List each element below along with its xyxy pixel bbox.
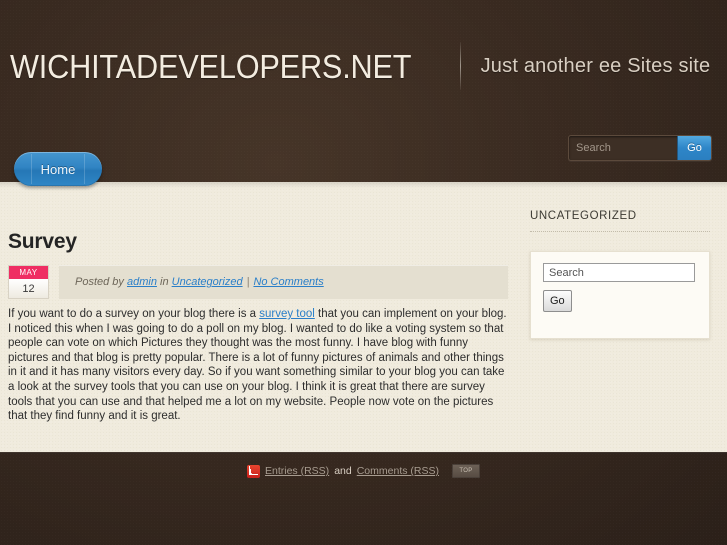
post-in-label: in bbox=[160, 276, 169, 289]
post-body: If you want to do a survey on your blog … bbox=[8, 307, 508, 424]
sidebar: UNCATEGORIZED Go bbox=[530, 210, 710, 339]
footer-and-label: and bbox=[334, 465, 352, 477]
post-meta-row: MAY 12 Posted by admin in Uncategorized |… bbox=[8, 265, 508, 300]
posted-by-label: Posted by bbox=[75, 276, 124, 289]
sidebar-search-input[interactable] bbox=[543, 263, 695, 282]
entries-rss-link[interactable]: Entries (RSS) bbox=[265, 465, 329, 477]
post-date-day: 12 bbox=[9, 279, 48, 299]
post-title[interactable]: Survey bbox=[8, 230, 508, 253]
post-date-badge: MAY 12 bbox=[8, 265, 49, 300]
post-meta: Posted by admin in Uncategorized | No Comm… bbox=[59, 265, 508, 300]
header-search-go-button[interactable]: Go bbox=[677, 136, 711, 160]
content-area: Survey MAY 12 Posted by admin in Uncateg… bbox=[0, 182, 727, 452]
brand-divider bbox=[459, 42, 461, 90]
rss-icon[interactable] bbox=[247, 464, 260, 478]
site-footer: Entries (RSS) and Comments (RSS) TOP bbox=[0, 452, 727, 545]
main-column: Survey MAY 12 Posted by admin in Uncateg… bbox=[8, 230, 508, 424]
comments-rss-link[interactable]: Comments (RSS) bbox=[357, 465, 439, 477]
post-body-part2: that you can implement on your blog. I n… bbox=[8, 308, 507, 423]
footer-content: Entries (RSS) and Comments (RSS) TOP bbox=[0, 464, 727, 478]
site-title[interactable]: WICHITADEVELOPERS.NET bbox=[10, 50, 412, 83]
header-search-input[interactable] bbox=[569, 136, 677, 160]
post-body-part1: If you want to do a survey on your blog … bbox=[8, 308, 260, 321]
sidebar-widget-title: UNCATEGORIZED bbox=[530, 210, 710, 232]
post-category-link[interactable]: Uncategorized bbox=[172, 276, 243, 288]
branding: WICHITADEVELOPERS.NET Just another ee Si… bbox=[10, 40, 710, 92]
sidebar-search-widget: Go bbox=[530, 251, 710, 339]
header-search-form[interactable]: Go bbox=[568, 135, 712, 161]
post-author-link[interactable]: admin bbox=[127, 276, 157, 288]
primary-navigation: Home bbox=[14, 152, 102, 186]
site-tagline: Just another ee Sites site bbox=[480, 54, 711, 77]
sidebar-search-go-button[interactable]: Go bbox=[543, 290, 572, 312]
survey-tool-link[interactable]: survey tool bbox=[259, 308, 315, 320]
page-root: WICHITADEVELOPERS.NET Just another ee Si… bbox=[0, 0, 727, 545]
post-date-month: MAY bbox=[9, 266, 48, 280]
post-meta-separator: | bbox=[246, 276, 250, 289]
back-to-top-badge[interactable]: TOP bbox=[451, 464, 480, 478]
nav-item-home[interactable]: Home bbox=[14, 152, 102, 186]
post-comments-link[interactable]: No Comments bbox=[253, 276, 323, 288]
site-header: WICHITADEVELOPERS.NET Just another ee Si… bbox=[0, 0, 727, 186]
